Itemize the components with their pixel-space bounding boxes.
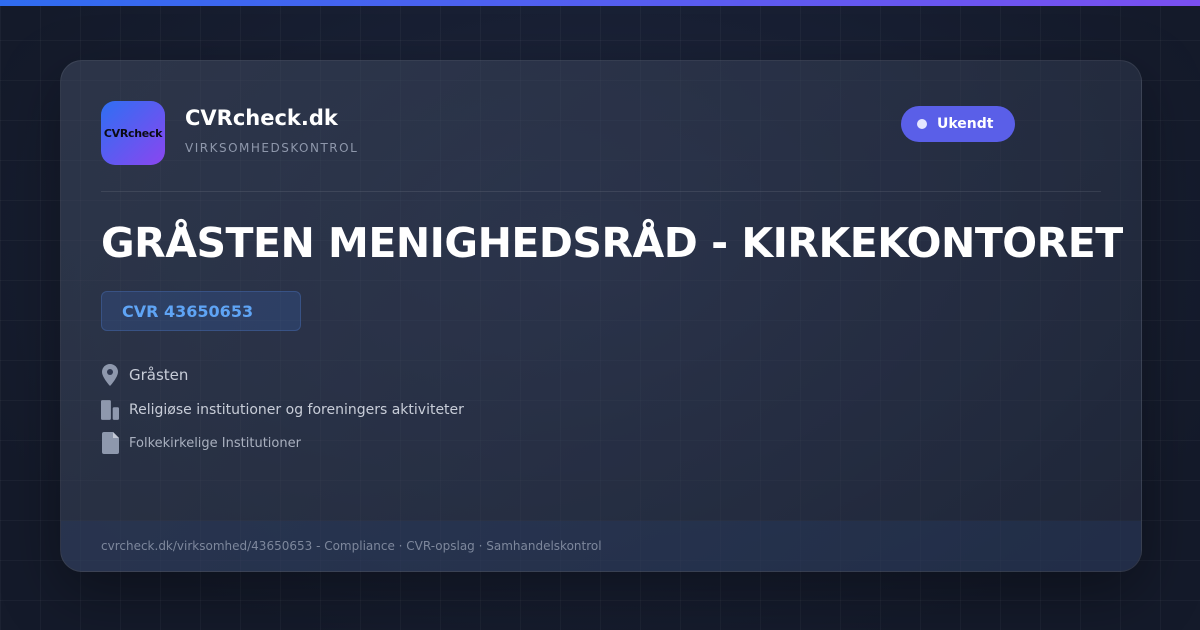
info-row-type: Folkekirkelige Institutioner [101,432,301,454]
status-dot-icon [917,119,927,129]
status-badge: Ukendt [901,106,1016,142]
brand-logo: CVRcheck [101,101,165,165]
header-divider [101,191,1101,192]
logo-text: CVRcheck [103,126,163,140]
status-label: Ukendt [937,116,994,132]
company-name: GRÅSTEN MENIGHEDSRÅD - KIRKEKONTORET [101,219,1123,267]
top-accent-bar [0,0,1200,6]
type-text: Folkekirkelige Institutioner [129,435,301,451]
map-pin-icon [101,364,119,386]
industry-text: Religiøse institutioner og foreningers a… [129,402,464,418]
building-icon [101,399,119,421]
cvr-badge: CVR 43650653 [101,291,301,331]
document-icon [101,432,119,454]
cvr-number: CVR 43650653 [122,301,254,321]
footer-text: cvrcheck.dk/virksomhed/43650653 - Compli… [101,539,602,553]
info-row-industry: Religiøse institutioner og foreningers a… [101,399,464,421]
company-card: CVRcheck CVRcheck.dk VIRKSOMHEDSKONTROL … [60,60,1142,572]
info-row-city: Gråsten [101,364,188,386]
card-footer: cvrcheck.dk/virksomhed/43650653 - Compli… [61,521,1141,571]
brand-tagline: VIRKSOMHEDSKONTROL [185,141,359,155]
city-text: Gråsten [129,366,189,384]
brand-name: CVRcheck.dk [185,106,338,130]
